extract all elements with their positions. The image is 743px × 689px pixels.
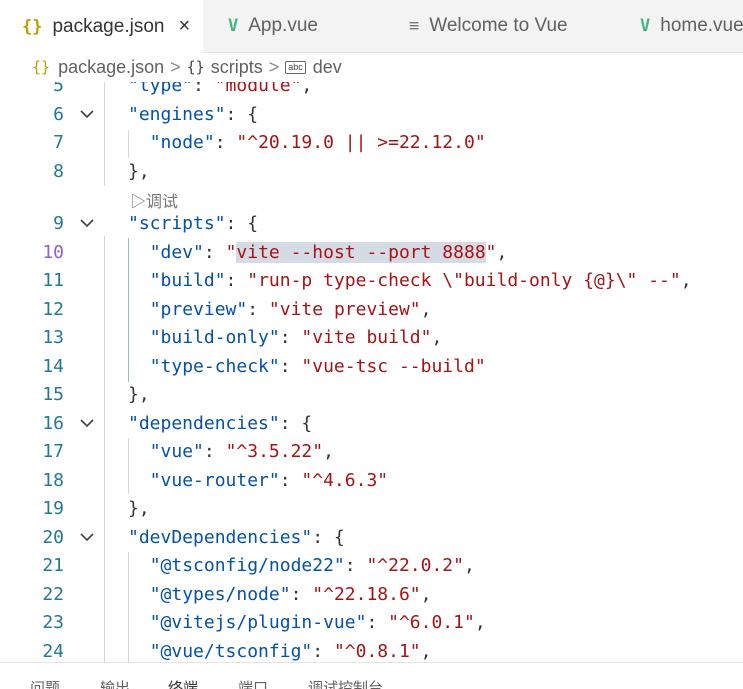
code-line[interactable]: 20 "devDependencies": {: [0, 524, 743, 552]
code-line[interactable]: 13 "build-only": "vite build",: [0, 324, 743, 352]
code-text: "build": "run-p type-check \"build-only …: [149, 270, 692, 291]
tab-package-json[interactable]: {} package.json ×: [0, 0, 203, 53]
code-text: "dev": "vite --host --port 8888",: [149, 242, 508, 263]
code-text: "dependencies": {: [128, 413, 313, 434]
code-line[interactable]: 7 "node": "^20.19.0 || >=22.12.0": [0, 129, 743, 157]
line-number: 24: [42, 641, 64, 662]
code-text: "node": "^20.19.0 || >=22.12.0": [149, 132, 486, 153]
tab-label: package.json: [52, 15, 165, 37]
tab-ports[interactable]: 端口: [238, 677, 268, 689]
code-editor[interactable]: ▷调试 5 "type": "module", 6 "engines": { 7 "no…: [0, 82, 743, 662]
json-braces-icon: {}: [22, 16, 43, 37]
tab-bar: {} package.json × V App.vue ≡ Welcome to…: [0, 0, 743, 53]
code-line[interactable]: 5 "type": "module",: [0, 82, 743, 100]
line-number: 11: [42, 270, 64, 291]
code-line[interactable]: 11 "build": "run-p type-check \"build-on…: [0, 267, 743, 295]
line-number: 19: [42, 498, 64, 519]
code-text: "preview": "vite preview",: [149, 299, 432, 320]
json-braces-icon: {}: [32, 58, 51, 76]
code-text: "vue": "^3.5.22",: [149, 441, 334, 462]
tab-welcome-to-vue[interactable]: ≡ Welcome to Vue: [383, 0, 615, 52]
tab-label: home.vue: [660, 15, 743, 36]
code-text: "type-check": "vue-tsc --build": [149, 356, 486, 377]
tab-debug-console[interactable]: 调试控制台: [308, 677, 383, 689]
line-number: 9: [53, 213, 64, 234]
line-number: 13: [42, 327, 64, 348]
code-line[interactable]: 6 "engines": {: [0, 101, 743, 129]
code-text: "scripts": {: [128, 213, 259, 234]
line-number: 7: [53, 132, 64, 153]
code-line[interactable]: 12 "preview": "vite preview",: [0, 296, 743, 324]
code-line[interactable]: 15},: [0, 381, 743, 409]
line-number: 16: [42, 413, 64, 434]
code-text: "@vue/tsconfig": "^0.8.1",: [149, 641, 432, 662]
breadcrumb-item-dev[interactable]: dev: [313, 57, 342, 78]
code-text: },: [128, 498, 150, 519]
menu-lines-icon: ≡: [409, 16, 420, 36]
code-text: "build-only": "vite build",: [149, 327, 443, 348]
line-number: 12: [42, 299, 64, 320]
code-text: },: [128, 161, 150, 182]
vue-icon: V: [228, 16, 239, 36]
line-number: 10: [42, 242, 64, 263]
code-text: "devDependencies": {: [128, 527, 345, 548]
object-braces-icon: {}: [186, 58, 205, 76]
code-text: "engines": {: [128, 104, 259, 125]
code-line[interactable]: 10 "dev": "vite --host --port 8888",: [0, 239, 743, 267]
tab-output[interactable]: 输出: [100, 677, 130, 689]
code-line[interactable]: 22 "@types/node": "^22.18.6",: [0, 581, 743, 609]
line-number: 14: [42, 356, 64, 377]
chevron-right-icon: >: [170, 56, 181, 77]
fold-chevron-down-icon[interactable]: [80, 101, 94, 129]
line-number: 15: [42, 384, 64, 405]
code-text: },: [128, 384, 150, 405]
fold-chevron-down-icon[interactable]: [80, 524, 94, 552]
code-line[interactable]: 16 "dependencies": {: [0, 410, 743, 438]
code-line[interactable]: 19},: [0, 495, 743, 523]
line-number: 18: [42, 470, 64, 491]
code-line[interactable]: 24 "@vue/tsconfig": "^0.8.1",: [0, 638, 743, 662]
line-number: 6: [53, 104, 64, 125]
panel-tabs: 问题 输出 终端 端口 调试控制台: [0, 662, 743, 689]
line-number: 20: [42, 527, 64, 548]
code-line[interactable]: 21 "@tsconfig/node22": "^22.0.2",: [0, 552, 743, 580]
close-icon[interactable]: ×: [178, 15, 190, 38]
debug-code-lens[interactable]: ▷调试: [130, 188, 178, 212]
code-line[interactable]: 18 "vue-router": "^4.6.3": [0, 467, 743, 495]
line-number: 23: [42, 612, 64, 633]
chevron-right-icon: >: [268, 56, 280, 77]
line-number: 5: [53, 82, 64, 96]
breadcrumb-item-scripts[interactable]: scripts: [211, 57, 263, 78]
code-text: "@types/node": "^22.18.6",: [149, 584, 432, 605]
line-number: 22: [42, 584, 64, 605]
code-line[interactable]: 17 "vue": "^3.5.22",: [0, 438, 743, 466]
code-line[interactable]: 8},: [0, 158, 743, 186]
code-line[interactable]: 9 "scripts": {: [0, 210, 743, 238]
code-text: "@vitejs/plugin-vue": "^6.0.1",: [149, 612, 486, 633]
fold-chevron-down-icon[interactable]: [80, 210, 94, 238]
code-text: "vue-router": "^4.6.3": [149, 470, 389, 491]
breadcrumb-item-file[interactable]: package.json: [58, 57, 164, 78]
code-line[interactable]: 14 "type-check": "vue-tsc --build": [0, 353, 743, 381]
tab-app-vue[interactable]: V App.vue: [204, 0, 382, 52]
line-number: 21: [42, 555, 64, 576]
tab-problems[interactable]: 问题: [30, 677, 60, 689]
tab-label: App.vue: [248, 15, 318, 36]
line-number: 8: [53, 161, 64, 182]
tab-terminal[interactable]: 终端: [168, 677, 198, 689]
string-abc-icon: abc: [285, 60, 306, 74]
line-number: 17: [42, 441, 64, 462]
breadcrumb: {} package.json > {} scripts > abc dev: [0, 52, 743, 82]
tab-label: Welcome to Vue: [429, 15, 568, 36]
fold-chevron-down-icon[interactable]: [80, 410, 94, 438]
code-line[interactable]: 23 "@vitejs/plugin-vue": "^6.0.1",: [0, 609, 743, 637]
code-text: "type": "module",: [128, 82, 313, 96]
vue-icon: V: [640, 16, 651, 36]
code-text: "@tsconfig/node22": "^22.0.2",: [149, 555, 475, 576]
tab-home-vue[interactable]: V home.vue: [616, 0, 743, 52]
